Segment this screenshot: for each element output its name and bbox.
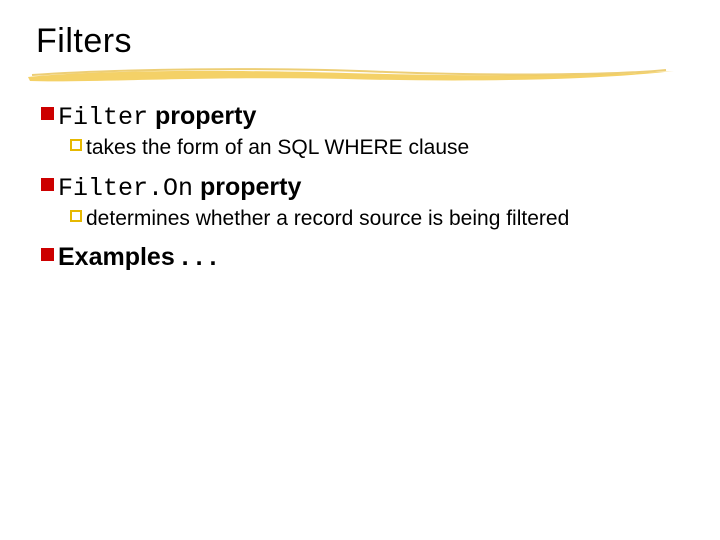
text-span: Examples . . . [58,243,216,271]
brush-stroke-icon [26,63,686,89]
bullet-level1: Examples . . . [36,242,684,274]
bullet-text: Examples . . . [58,242,216,274]
title-underline [36,63,684,89]
text-span: property [193,173,301,201]
sub-bullet-text: determines whether a record source is be… [86,206,569,232]
text-span: property [148,102,256,130]
bullet-level2: takes the form of an SQL WHERE clause [66,135,626,161]
bullet-level1: Filter property [36,101,684,133]
sub-bullet-text: takes the form of an SQL WHERE clause [86,135,469,161]
square-bullet-icon [36,178,58,191]
bullet-text: Filter.On property [58,172,301,204]
open-square-bullet-icon [66,210,86,222]
slide-title: Filters [36,22,684,61]
slide: Filters Filter property takes the form o… [0,0,720,540]
bullet-level2: determines whether a record source is be… [66,206,626,232]
bullet-text: Filter property [58,101,256,133]
square-bullet-icon [36,248,58,261]
code-span: Filter [58,103,148,132]
open-square-bullet-icon [66,139,86,151]
square-bullet-icon [36,107,58,120]
code-span: Filter.On [58,174,193,203]
bullet-level1: Filter.On property [36,172,684,204]
